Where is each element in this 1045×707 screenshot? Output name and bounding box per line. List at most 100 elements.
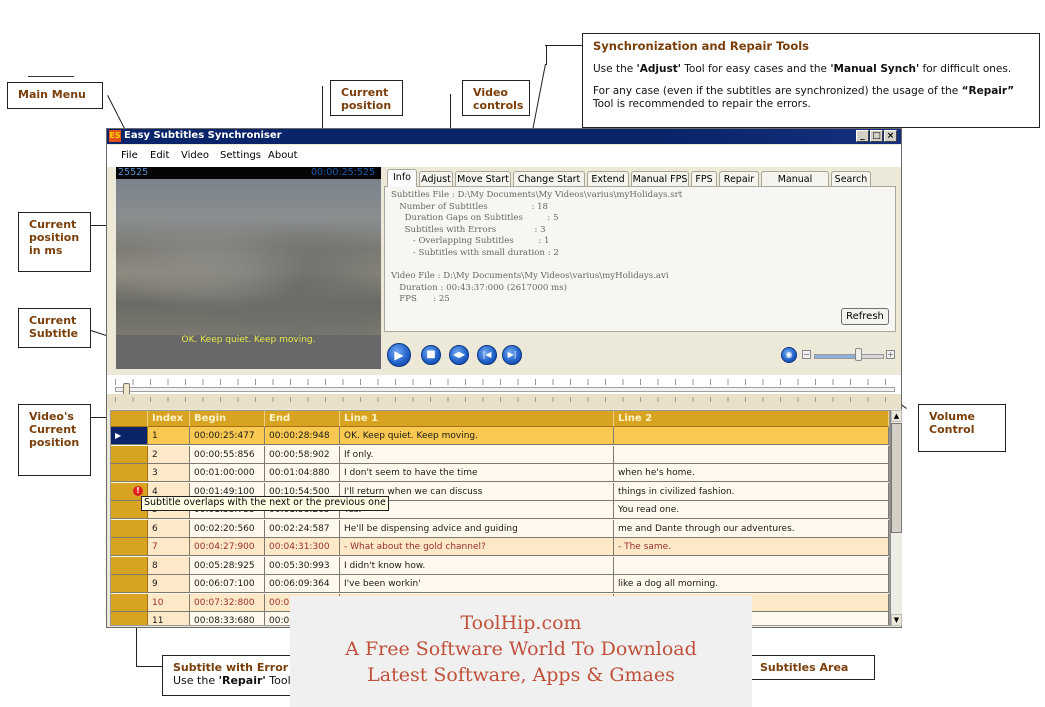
menu-settings[interactable]: Settings <box>220 150 261 161</box>
close-button[interactable]: × <box>884 130 897 142</box>
cell-end[interactable]: 00:00:28:948 <box>265 427 340 445</box>
row-selector[interactable] <box>111 464 148 482</box>
header-index[interactable]: Index <box>148 411 190 427</box>
header-end[interactable]: End <box>265 411 340 427</box>
cell-line1[interactable]: I didn't know how. <box>340 556 614 575</box>
tab-move-start[interactable]: Move Start <box>455 171 511 186</box>
info-text: Subtitles File : D:\My Documents\My Vide… <box>391 190 683 305</box>
cell-begin[interactable]: 00:04:27:900 <box>190 538 265 556</box>
row-selector[interactable] <box>111 575 148 593</box>
leader-error-h <box>136 666 162 667</box>
cell-index[interactable]: 3 <box>148 464 190 482</box>
cell-begin[interactable]: 00:06:07:100 <box>190 575 265 593</box>
cell-begin[interactable]: 00:05:28:925 <box>190 556 265 575</box>
refresh-button[interactable]: Refresh <box>841 308 889 325</box>
cell-index[interactable]: 1 <box>148 427 190 445</box>
cell-begin[interactable]: 00:08:33:680 <box>190 612 265 625</box>
cell-index[interactable]: 8 <box>148 556 190 575</box>
tab-adjust[interactable]: Adjust <box>419 171 453 186</box>
cell-begin[interactable]: 00:00:25:477 <box>190 427 265 445</box>
cell-index[interactable]: 10 <box>148 593 190 612</box>
cell-line2[interactable]: - The same. <box>614 538 889 556</box>
previous-subtitle-button[interactable]: |◀ <box>477 345 497 365</box>
speaker-icon[interactable]: ◉ <box>781 347 797 363</box>
cell-begin[interactable]: 00:01:00:000 <box>190 464 265 482</box>
minimize-button[interactable]: _ <box>856 130 869 142</box>
cell-line1[interactable]: I've been workin' <box>340 575 614 593</box>
header-begin[interactable]: Begin <box>190 411 265 427</box>
step-frame-button[interactable]: ◀▶ <box>449 345 469 365</box>
cell-line1[interactable]: OK. Keep quiet. Keep moving. <box>340 427 614 445</box>
error-icon[interactable]: ! <box>133 486 143 496</box>
tab-search[interactable]: Search <box>831 171 871 186</box>
cell-line2[interactable]: when he's home. <box>614 464 889 482</box>
tab-manual-synch[interactable]: Manual Synch <box>761 171 829 200</box>
volume-up-button[interactable]: + <box>886 350 895 359</box>
cell-end[interactable]: 00:01:04:880 <box>265 464 340 482</box>
menu-edit[interactable]: Edit <box>150 150 169 161</box>
scrollbar-thumb[interactable] <box>891 423 902 533</box>
cell-end[interactable]: 00:04:31:300 <box>265 538 340 556</box>
cell-line1[interactable]: He'll be dispensing advice and guiding <box>340 519 614 538</box>
table-row[interactable]: 3 00:01:00:000 00:01:04:880 I don't seem to… <box>111 464 889 482</box>
play-button[interactable]: ▶ <box>387 343 411 367</box>
tab-fps[interactable]: FPS <box>691 171 717 186</box>
cell-line2[interactable]: like a dog all morning. <box>614 575 889 593</box>
cell-end[interactable]: 00:00:58:902 <box>265 445 340 464</box>
cell-line1[interactable]: If only. <box>340 445 614 464</box>
table-row[interactable]: 7 00:04:27:900 00:04:31:300- What about th… <box>111 538 889 556</box>
cell-index[interactable]: 2 <box>148 445 190 464</box>
menu-about[interactable]: About <box>268 150 298 161</box>
cell-begin[interactable]: 00:07:32:800 <box>190 593 265 612</box>
row-selector[interactable]: ▶ <box>111 427 148 445</box>
menu-file[interactable]: File <box>121 150 138 161</box>
row-selector[interactable] <box>111 593 148 612</box>
cell-line2[interactable] <box>614 427 889 445</box>
row-selector[interactable] <box>111 519 148 538</box>
stop-button[interactable]: ■ <box>421 345 441 365</box>
table-row[interactable]: 6 00:02:20:560 00:02:24:587 He'll be dispen… <box>111 519 889 538</box>
volume-slider-thumb[interactable] <box>855 348 863 361</box>
cell-line1[interactable]: I don't seem to have the time <box>340 464 614 482</box>
scroll-up-arrow-icon[interactable]: ▲ <box>891 410 902 422</box>
menu-video[interactable]: Video <box>181 150 209 161</box>
grid-scrollbar[interactable]: ▲ ▼ <box>890 410 902 626</box>
cell-line2[interactable] <box>614 445 889 464</box>
cell-begin[interactable]: 00:02:20:560 <box>190 519 265 538</box>
cell-line2[interactable] <box>614 556 889 575</box>
volume-slider[interactable] <box>814 354 884 359</box>
header-line1[interactable]: Line 1 <box>340 411 614 427</box>
row-selector[interactable] <box>111 445 148 464</box>
tab-repair[interactable]: Repair <box>719 171 759 186</box>
cell-begin[interactable]: 00:00:55:856 <box>190 445 265 464</box>
cell-index[interactable]: 11 <box>148 612 190 625</box>
tab-extend[interactable]: Extend <box>587 171 629 186</box>
cell-index[interactable]: 7 <box>148 538 190 556</box>
tab-change-start[interactable]: Change Start <box>513 171 585 186</box>
table-row[interactable]: 8 00:05:28:925 00:05:30:993 I didn't know h… <box>111 556 889 575</box>
header-line2[interactable]: Line 2 <box>614 411 889 427</box>
tab-info[interactable]: Info <box>387 169 417 187</box>
cell-end[interactable]: 00:02:24:587 <box>265 519 340 538</box>
cell-line2[interactable]: You read one. <box>614 501 889 519</box>
table-row[interactable]: 2 00:00:55:856 00:00:58:902 If only. <box>111 445 889 464</box>
seek-slider[interactable] <box>115 387 895 392</box>
row-selector[interactable] <box>111 612 148 625</box>
table-row[interactable]: 9 00:06:07:100 00:06:09:364 I've been worki… <box>111 575 889 593</box>
cell-end[interactable]: 00:06:09:364 <box>265 575 340 593</box>
next-subtitle-button[interactable]: ▶| <box>502 345 522 365</box>
current-subtitle: OK. Keep quiet. Keep moving. <box>181 335 316 345</box>
scroll-down-arrow-icon[interactable]: ▼ <box>891 614 902 626</box>
cell-line1[interactable]: - What about the gold channel? <box>340 538 614 556</box>
row-selector[interactable] <box>111 556 148 575</box>
cell-index[interactable]: 6 <box>148 519 190 538</box>
maximize-button[interactable]: □ <box>870 130 883 142</box>
tab-manual-fps[interactable]: Manual FPS <box>631 171 689 186</box>
cell-line2[interactable]: me and Dante through our adventures. <box>614 519 889 538</box>
table-row[interactable]: ▶ 1 00:00:25:477 00:00:28:948 OK. Keep quiet… <box>111 427 889 445</box>
row-selector[interactable] <box>111 538 148 556</box>
volume-down-button[interactable]: − <box>802 350 811 359</box>
cell-index[interactable]: 9 <box>148 575 190 593</box>
cell-end[interactable]: 00:05:30:993 <box>265 556 340 575</box>
cell-line2[interactable]: things in civilized fashion. <box>614 482 889 501</box>
